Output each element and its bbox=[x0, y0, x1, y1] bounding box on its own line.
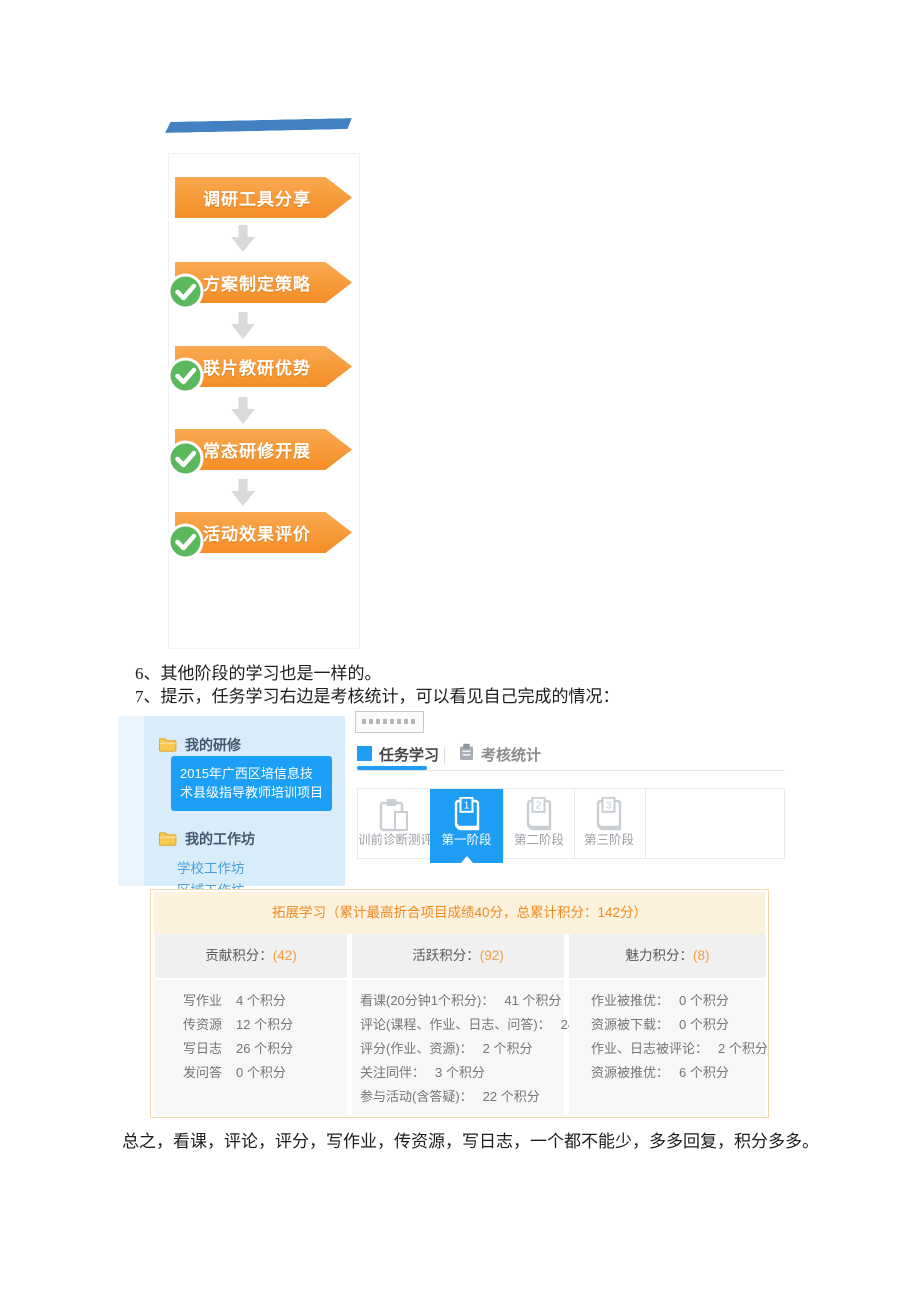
points-row: 资源被下载：0 个积分 bbox=[591, 1013, 766, 1037]
arrow-down-icon bbox=[230, 479, 256, 507]
tab-task-learning[interactable]: 任务学习 bbox=[379, 744, 439, 765]
sidebar-section-my-training[interactable]: 我的研修 bbox=[158, 735, 241, 755]
points-row: 作业、日志被评论：2 个积分 bbox=[591, 1037, 766, 1061]
stage-label: 第二阶段 bbox=[504, 829, 574, 848]
task-tab-square-icon bbox=[357, 746, 372, 761]
points-panel: 拓展学习（累计最高折合项目成绩40分，总累计积分：142分） 贡献积分：(42)… bbox=[150, 889, 769, 1118]
sidebar-item-project[interactable]: 2015年广西区培信息技术县级指导教师培训项目 bbox=[171, 756, 332, 811]
flow-step-label: 联片教研优势 bbox=[203, 354, 311, 379]
points-row: 传资源12 个积分 bbox=[183, 1013, 347, 1037]
activity-points-header: 活跃积分：(92) bbox=[352, 934, 564, 978]
flowchart-panel bbox=[168, 153, 360, 649]
cropped-button bbox=[355, 711, 424, 733]
column-total: (42) bbox=[273, 948, 297, 963]
contribution-points-header: 贡献积分：(42) bbox=[155, 934, 347, 978]
column-title: 魅力积分： bbox=[626, 948, 694, 963]
stage-3[interactable]: 3 第三阶段 bbox=[573, 789, 646, 858]
document-page: 调研工具分享 方案制定策略 联片教研优势 常态研修开展 活动效果评价 6、其他 bbox=[0, 0, 920, 1302]
doc-line-6: 6、其他阶段的学习也是一样的。 bbox=[135, 659, 382, 684]
column-title: 贡献积分： bbox=[205, 948, 273, 963]
tab-hairline bbox=[357, 770, 785, 771]
flow-step-label: 常态研修开展 bbox=[203, 437, 311, 462]
folder-icon bbox=[158, 831, 177, 847]
charm-points-body: 作业被推优：0 个积分 资源被下载：0 个积分 作业、日志被评论：2 个积分 资… bbox=[569, 980, 766, 1115]
flow-step-label: 活动效果评价 bbox=[203, 520, 311, 545]
stage-1[interactable]: 1 第一阶段 bbox=[430, 789, 503, 863]
flow-step-label: 调研工具分享 bbox=[203, 185, 311, 210]
flow-step-banner[interactable]: 调研工具分享 bbox=[175, 177, 352, 218]
doc-line-7: 7、提示，任务学习右边是考核统计，可以看见自己完成的情况： bbox=[135, 682, 620, 707]
column-total: (8) bbox=[693, 948, 710, 963]
check-icon bbox=[167, 440, 204, 477]
points-row: 关注同伴：3 个积分 bbox=[360, 1061, 564, 1085]
sidebar-section-label: 我的工作坊 bbox=[185, 829, 255, 849]
points-row: 评论(课程、作业、日志、问答)：24 个积分 bbox=[360, 1013, 564, 1037]
sidebar-section-label: 我的研修 bbox=[185, 735, 241, 755]
column-total: (92) bbox=[480, 948, 504, 963]
points-panel-header: 拓展学习（累计最高折合项目成绩40分，总累计积分：142分） bbox=[154, 892, 765, 934]
decorative-blue-bar bbox=[165, 118, 352, 133]
charm-points-header: 魅力积分：(8) bbox=[569, 934, 766, 978]
points-row: 资源被推优：6 个积分 bbox=[591, 1061, 766, 1085]
tab-separator bbox=[444, 747, 445, 764]
points-row: 写日志26 个积分 bbox=[183, 1037, 347, 1061]
tab-assessment-stats[interactable]: 考核统计 bbox=[481, 744, 541, 765]
points-row: 作业被推优：0 个积分 bbox=[591, 989, 766, 1013]
project-label: 2015年广西区培信息技术县级指导教师培训项目 bbox=[180, 766, 323, 800]
flow-step-label: 方案制定策略 bbox=[203, 270, 311, 295]
book-number: 2 bbox=[536, 800, 542, 812]
book-number: 1 bbox=[463, 800, 469, 812]
arrow-down-icon bbox=[230, 397, 256, 425]
arrow-down-icon bbox=[230, 225, 256, 253]
points-row: 评分(作业、资源)：2 个积分 bbox=[360, 1037, 564, 1061]
points-row: 参与活动(含答疑)：22 个积分 bbox=[360, 1085, 564, 1109]
sidebar-link-school-workshop[interactable]: 学校工作坊 bbox=[177, 857, 245, 877]
sidebar: 我的研修 2015年广西区培信息技术县级指导教师培训项目 我的工作坊 学校工作坊… bbox=[118, 716, 345, 886]
stage-2[interactable]: 2 第二阶段 bbox=[503, 789, 575, 858]
stage-label: 第一阶段 bbox=[430, 829, 503, 848]
activity-points-body: 看课(20分钟1个积分)：41 个积分 评论(课程、作业、日志、问答)：24 个… bbox=[352, 980, 564, 1115]
check-icon bbox=[167, 273, 204, 310]
arrow-down-icon bbox=[230, 312, 256, 340]
clipboard-icon bbox=[459, 743, 474, 761]
check-icon bbox=[167, 357, 204, 394]
check-icon bbox=[167, 523, 204, 560]
points-row: 写作业4 个积分 bbox=[183, 989, 347, 1013]
points-row: 发问答0 个积分 bbox=[183, 1061, 347, 1085]
stage-pretest[interactable]: 训前诊断测评 bbox=[358, 789, 430, 858]
points-row: 看课(20分钟1个积分)：41 个积分 bbox=[360, 989, 564, 1013]
sidebar-section-my-workshop[interactable]: 我的工作坊 bbox=[158, 829, 255, 849]
contribution-points-body: 写作业4 个积分 传资源12 个积分 写日志26 个积分 发问答0 个积分 bbox=[155, 980, 347, 1115]
column-title: 活跃积分： bbox=[412, 948, 480, 963]
stage-label: 第三阶段 bbox=[573, 829, 645, 848]
doc-closing-line: 总之，看课，评论，评分，写作业，传资源，写日志，一个都不能少，多多回复，积分多多… bbox=[122, 1127, 819, 1152]
stage-label: 训前诊断测评 bbox=[358, 829, 430, 848]
cropped-button-text bbox=[362, 719, 417, 724]
stage-row: 训前诊断测评 1 第一阶段 2 第二阶段 bbox=[357, 788, 785, 859]
book-number: 3 bbox=[606, 800, 612, 812]
folder-icon bbox=[158, 737, 177, 753]
